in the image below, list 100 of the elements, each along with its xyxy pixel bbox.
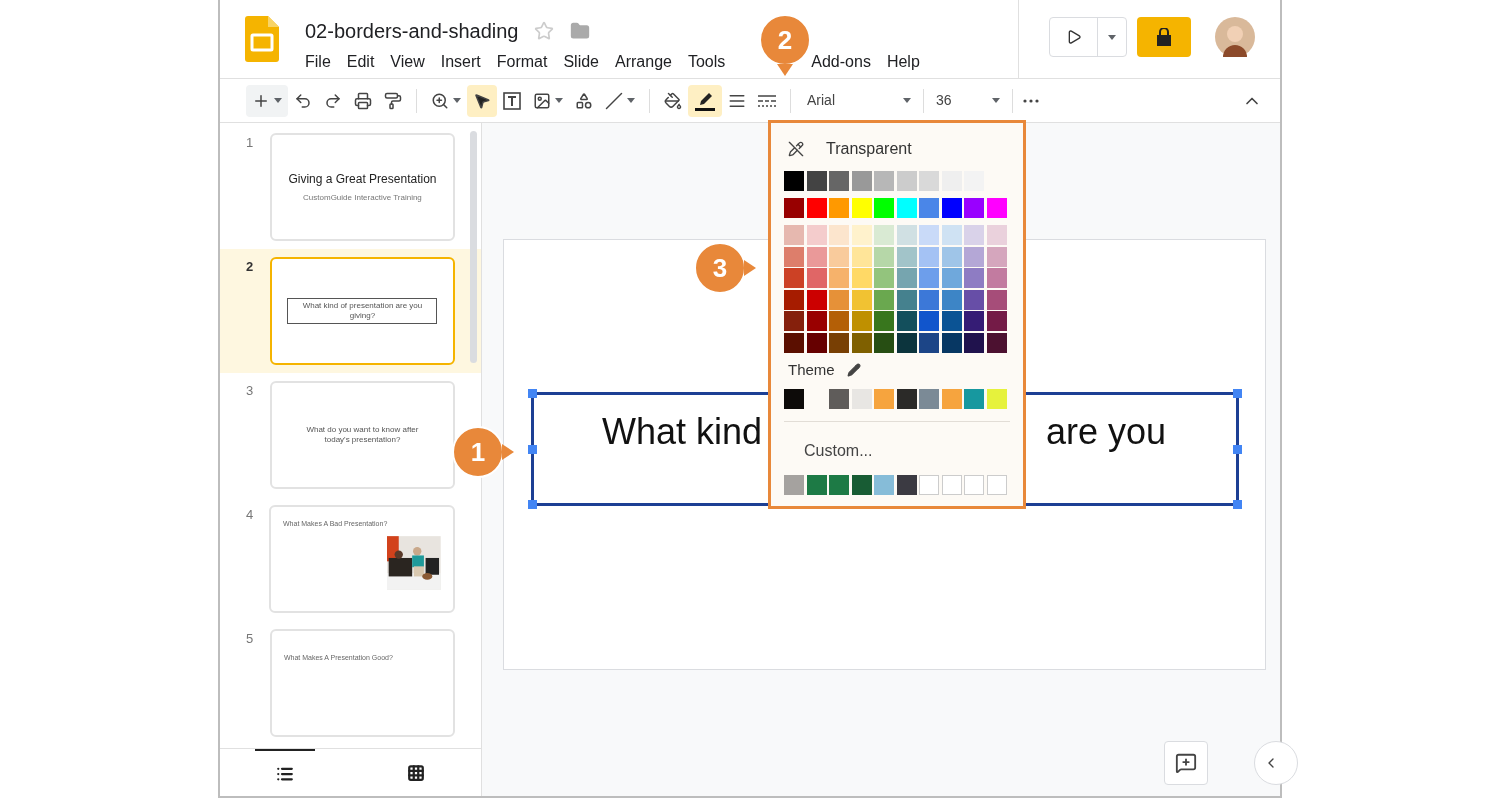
color-swatch[interactable]: [874, 475, 894, 495]
color-swatch[interactable]: [806, 332, 827, 353]
color-swatch[interactable]: [806, 246, 827, 267]
color-swatch[interactable]: [874, 171, 894, 191]
color-swatch[interactable]: [874, 332, 894, 353]
present-button[interactable]: [1049, 17, 1127, 57]
color-swatch[interactable]: [784, 171, 804, 191]
color-swatch[interactable]: [874, 311, 894, 331]
color-swatch[interactable]: [919, 246, 939, 267]
color-swatch[interactable]: [784, 246, 804, 267]
color-swatch[interactable]: [806, 475, 827, 495]
color-swatch[interactable]: [784, 332, 804, 353]
slide-thumbnail[interactable]: What do you want to know after today's presentation?: [269, 381, 455, 489]
color-swatch[interactable]: [964, 389, 984, 409]
menu-item[interactable]: Add-ons: [811, 50, 871, 74]
font-size-dropdown[interactable]: 36: [928, 84, 1008, 117]
slide-thumbnail[interactable]: What kind of presentation are you giving?: [269, 257, 455, 365]
color-swatch[interactable]: [919, 289, 939, 310]
color-swatch[interactable]: [851, 171, 872, 191]
color-swatch[interactable]: [896, 268, 917, 288]
color-swatch[interactable]: [829, 246, 849, 267]
color-swatch[interactable]: [896, 225, 917, 245]
color-swatch[interactable]: [896, 311, 917, 331]
slides-logo-icon[interactable]: [245, 16, 279, 62]
resize-handle[interactable]: [528, 389, 537, 398]
color-swatch[interactable]: [851, 332, 872, 353]
color-swatch[interactable]: [896, 171, 917, 191]
color-swatch[interactable]: [964, 311, 984, 331]
color-swatch[interactable]: [806, 225, 827, 245]
color-swatch[interactable]: [784, 311, 804, 331]
color-swatch[interactable]: [896, 198, 917, 218]
color-swatch[interactable]: [851, 268, 872, 288]
color-swatch[interactable]: [896, 475, 917, 495]
color-swatch[interactable]: [964, 268, 984, 288]
menu-item[interactable]: Format: [496, 50, 548, 74]
color-swatch[interactable]: [919, 171, 939, 191]
color-swatch[interactable]: [896, 289, 917, 310]
color-swatch[interactable]: [986, 198, 1007, 218]
empty-swatch[interactable]: [941, 475, 962, 495]
color-swatch[interactable]: [986, 289, 1007, 310]
color-swatch[interactable]: [829, 389, 849, 409]
color-swatch[interactable]: [829, 289, 849, 310]
color-swatch[interactable]: [986, 246, 1007, 267]
color-swatch[interactable]: [941, 311, 962, 331]
star-icon[interactable]: [534, 21, 555, 41]
color-swatch[interactable]: [851, 225, 872, 245]
color-swatch[interactable]: [784, 389, 804, 409]
color-swatch[interactable]: [896, 246, 917, 267]
color-swatch[interactable]: [829, 475, 849, 495]
folder-icon[interactable]: [570, 21, 591, 41]
side-panel-toggle[interactable]: [1254, 741, 1298, 785]
color-swatch[interactable]: [874, 268, 894, 288]
color-swatch[interactable]: [874, 246, 894, 267]
color-swatch[interactable]: [919, 311, 939, 331]
edit-icon[interactable]: [846, 362, 861, 377]
empty-swatch[interactable]: [919, 475, 939, 495]
color-swatch[interactable]: [829, 268, 849, 288]
empty-swatch[interactable]: [964, 475, 984, 495]
color-swatch[interactable]: [986, 268, 1007, 288]
share-button[interactable]: [1137, 17, 1191, 57]
resize-handle[interactable]: [528, 445, 537, 454]
scrollbar[interactable]: [470, 131, 477, 363]
color-swatch[interactable]: [964, 225, 984, 245]
slide-thumbnail[interactable]: Giving a Great Presentation CustomGuide Interactive Training: [269, 133, 455, 241]
color-swatch[interactable]: [784, 475, 804, 495]
empty-swatch[interactable]: [986, 475, 1007, 495]
color-swatch[interactable]: [986, 332, 1007, 353]
resize-handle[interactable]: [1233, 445, 1242, 454]
color-swatch[interactable]: [941, 246, 962, 267]
menu-item[interactable]: Arrange: [615, 50, 672, 74]
color-swatch[interactable]: [806, 198, 827, 218]
color-swatch[interactable]: [829, 311, 849, 331]
color-swatch[interactable]: [964, 198, 984, 218]
color-swatch[interactable]: [941, 289, 962, 310]
color-swatch[interactable]: [784, 225, 804, 245]
color-swatch[interactable]: [806, 268, 827, 288]
border-color-button[interactable]: [688, 84, 722, 117]
color-swatch[interactable]: [806, 311, 827, 331]
color-swatch[interactable]: [896, 389, 917, 409]
color-swatch[interactable]: [919, 389, 939, 409]
color-swatch[interactable]: [919, 198, 939, 218]
color-swatch[interactable]: [941, 332, 962, 353]
color-swatch[interactable]: [941, 225, 962, 245]
color-swatch[interactable]: [986, 311, 1007, 331]
color-swatch[interactable]: [806, 171, 827, 191]
menu-item[interactable]: Tools: [687, 50, 726, 74]
menu-item[interactable]: Edit: [346, 50, 375, 74]
custom-color-button[interactable]: Custom...: [784, 439, 1010, 463]
color-swatch[interactable]: [941, 389, 962, 409]
resize-handle[interactable]: [1233, 500, 1242, 509]
select-button[interactable]: [467, 84, 497, 117]
color-swatch[interactable]: [784, 289, 804, 310]
menu-item[interactable]: View: [390, 50, 425, 74]
add-comment-button[interactable]: [1164, 741, 1208, 785]
color-swatch[interactable]: [941, 198, 962, 218]
color-swatch[interactable]: [919, 268, 939, 288]
color-swatch[interactable]: [941, 268, 962, 288]
document-title[interactable]: 02-borders-and-shading: [305, 16, 519, 46]
menu-item[interactable]: Help: [886, 50, 920, 74]
color-swatch[interactable]: [784, 198, 804, 218]
